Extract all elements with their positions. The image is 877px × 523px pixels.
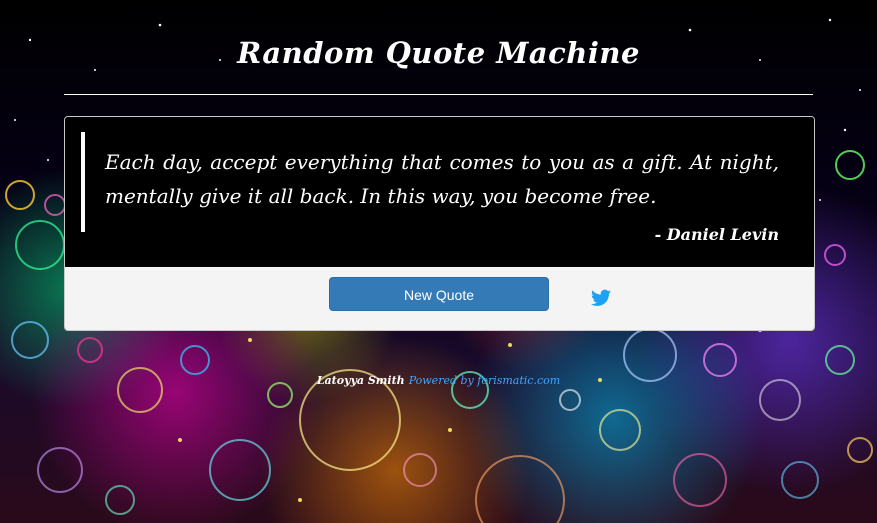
- twitter-icon[interactable]: [591, 289, 611, 307]
- page-title: Random Quote Machine: [237, 36, 640, 70]
- new-quote-button[interactable]: New Quote: [329, 277, 549, 311]
- quote-box: Each day, accept everything that comes t…: [65, 117, 814, 267]
- credit-author: Latoyya Smith: [316, 374, 405, 387]
- credits-line: Latoyya Smith Powered by forismatic.com: [0, 374, 877, 387]
- quote-card: Each day, accept everything that comes t…: [64, 116, 815, 331]
- title-divider: [64, 94, 813, 95]
- blockquote-bar: [81, 132, 85, 232]
- forismatic-link[interactable]: Powered by forismatic.com: [409, 374, 560, 387]
- quote-text: Each day, accept everything that comes t…: [105, 150, 779, 208]
- quote-author: - Daniel Levin: [654, 225, 779, 244]
- quote-actions: New Quote: [65, 267, 814, 330]
